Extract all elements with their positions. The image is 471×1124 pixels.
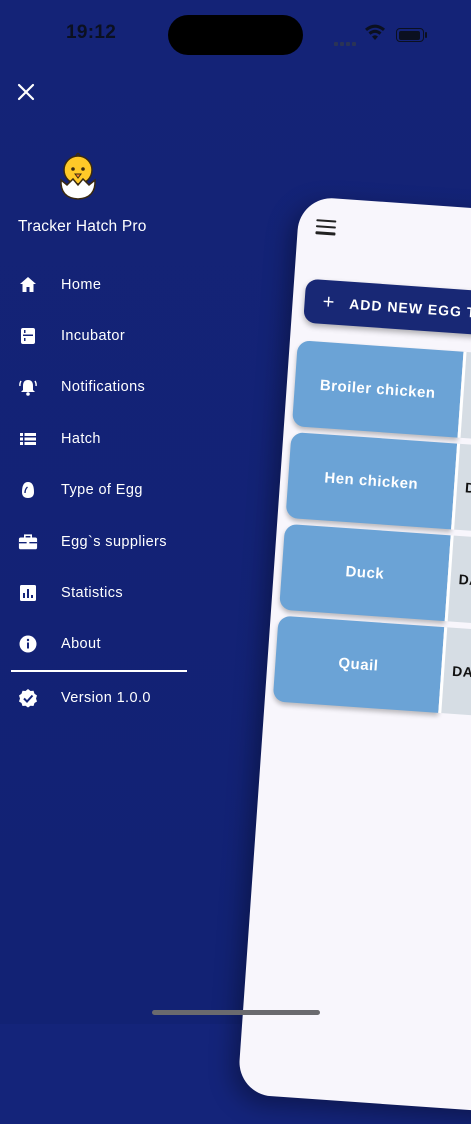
- menu-item-label: Hatch: [61, 430, 101, 447]
- hamburger-icon: [316, 219, 337, 223]
- bell-icon: [18, 377, 38, 397]
- wifi-icon: [365, 24, 385, 40]
- egg-type-name: Duck: [279, 523, 451, 622]
- version-item: Version 1.0.0: [0, 672, 200, 723]
- menu-item-egg-suppliers[interactable]: Egg`s suppliers: [0, 516, 200, 567]
- verified-badge-icon: [18, 688, 38, 708]
- add-new-egg-type-button[interactable]: + ADD NEW EGG T: [303, 278, 471, 344]
- menu-item-label: Home: [61, 276, 102, 293]
- menu-item-notifications[interactable]: Notifications: [0, 362, 200, 413]
- menu-item-statistics[interactable]: Statistics: [0, 567, 200, 618]
- list-icon: [18, 429, 38, 449]
- menu-item-label: Type of Egg: [61, 482, 143, 499]
- egg-icon: [18, 480, 38, 500]
- drawer-menu: Home Incubator Notifications Hatch Type …: [0, 259, 200, 670]
- egg-type-days: DA: [438, 627, 471, 731]
- menu-item-label: Egg`s suppliers: [61, 533, 167, 550]
- menu-item-hatch[interactable]: Hatch: [0, 413, 200, 464]
- home-indicator: [152, 1010, 320, 1015]
- menu-button[interactable]: [315, 219, 337, 236]
- plus-icon: +: [321, 290, 337, 314]
- cellular-signal-icon: [334, 33, 358, 51]
- chick-logo-icon: [60, 152, 96, 200]
- menu-item-label: Incubator: [61, 328, 126, 345]
- menu-item-label: About: [61, 636, 101, 653]
- incubator-icon: [18, 326, 38, 346]
- version-label: Version 1.0.0: [61, 689, 151, 706]
- egg-type-name: Broiler chicken: [291, 340, 464, 438]
- menu-item-home[interactable]: Home: [0, 259, 200, 310]
- menu-item-label: Statistics: [61, 585, 124, 602]
- close-drawer-button[interactable]: [14, 80, 38, 104]
- egg-type-name: Quail: [272, 615, 445, 713]
- menu-item-incubator[interactable]: Incubator: [0, 310, 200, 361]
- egg-type-days: DA: [444, 535, 471, 639]
- close-icon: [17, 83, 35, 101]
- bar-chart-icon: [18, 583, 38, 603]
- briefcase-icon: [18, 532, 38, 552]
- app-title: Tracker Hatch Pro: [18, 218, 147, 235]
- status-time: 19:12: [66, 22, 117, 43]
- dynamic-island: [168, 15, 303, 55]
- add-button-label: ADD NEW EGG T: [348, 295, 471, 321]
- menu-item-type-of-egg[interactable]: Type of Egg: [0, 465, 200, 516]
- egg-type-name: Hen chicken: [285, 431, 458, 530]
- home-icon: [18, 275, 38, 295]
- info-icon: [18, 634, 38, 654]
- egg-type-card-quail[interactable]: Quail DA: [272, 615, 471, 731]
- battery-icon: [396, 28, 427, 42]
- menu-item-label: Notifications: [61, 379, 146, 396]
- menu-item-about[interactable]: About: [0, 619, 200, 670]
- status-bar: 19:12: [0, 0, 471, 70]
